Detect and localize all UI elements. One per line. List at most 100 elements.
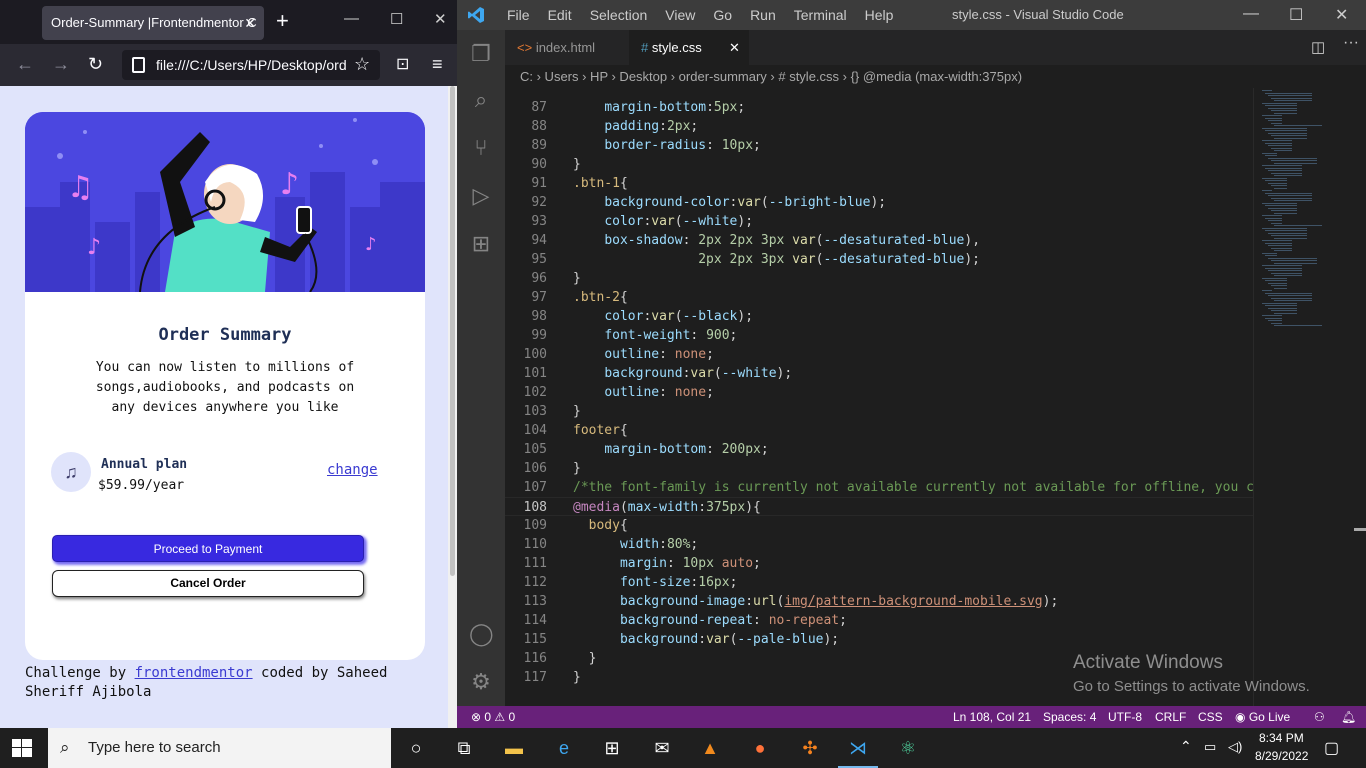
- split-editor-icon[interactable]: ◫: [1311, 38, 1325, 56]
- xampp-icon[interactable]: ✣: [796, 734, 824, 762]
- menu-file[interactable]: File: [498, 0, 539, 30]
- clock-date[interactable]: 8/29/2022: [1255, 749, 1308, 763]
- code-line[interactable]: 115 background:var(--pale-blue);: [505, 630, 1253, 649]
- cancel-order-button[interactable]: Cancel Order: [52, 570, 364, 597]
- code-line[interactable]: 111 margin: 10px auto;: [505, 554, 1253, 573]
- code-line[interactable]: 106}: [505, 459, 1253, 478]
- code-line[interactable]: 110 width:80%;: [505, 535, 1253, 554]
- code-line[interactable]: 102 outline: none;: [505, 383, 1253, 402]
- minimap[interactable]: [1253, 88, 1353, 706]
- indentation-status[interactable]: Spaces: 4: [1043, 706, 1096, 728]
- code-line[interactable]: 87 margin-bottom:5px;: [505, 98, 1253, 117]
- maximize-icon[interactable]: ☐: [390, 10, 403, 28]
- more-actions-icon[interactable]: ···: [1343, 34, 1359, 52]
- scrollbar-thumb[interactable]: [1354, 528, 1366, 531]
- explorer-icon[interactable]: ❐: [469, 42, 493, 66]
- code-line[interactable]: 89 border-radius: 10px;: [505, 136, 1253, 155]
- search-icon[interactable]: ⌕: [469, 88, 493, 112]
- back-icon[interactable]: ←: [16, 54, 34, 75]
- mail-icon[interactable]: ✉: [648, 734, 676, 762]
- code-line[interactable]: 109 body{: [505, 516, 1253, 535]
- vscode-taskbar-icon[interactable]: ⋊: [844, 734, 872, 762]
- taskbar-search-box[interactable]: ⌕ Type here to search: [48, 728, 391, 768]
- code-line[interactable]: 104 footer{: [505, 421, 1253, 440]
- code-line[interactable]: 100 outline: none;: [505, 345, 1253, 364]
- account-icon[interactable]: ◯: [469, 622, 494, 646]
- menu-go[interactable]: Go: [704, 0, 741, 30]
- frontendmentor-link[interactable]: frontendmentor: [135, 665, 253, 681]
- browser-tab[interactable]: Order-Summary |Frontendmentor C ✕: [42, 6, 264, 40]
- code-line[interactable]: 101 background:var(--white);: [505, 364, 1253, 383]
- notification-center-icon[interactable]: ▢: [1324, 738, 1339, 758]
- menu-view[interactable]: View: [656, 0, 704, 30]
- cortana-icon[interactable]: ○: [402, 734, 430, 762]
- go-live-button[interactable]: ◉ Go Live: [1235, 706, 1290, 728]
- task-view-icon[interactable]: ⧉: [450, 734, 478, 762]
- cursor-position[interactable]: Ln 108, Col 21: [953, 706, 1031, 728]
- menu-run[interactable]: Run: [741, 0, 785, 30]
- code-line[interactable]: 92 background-color:var(--bright-blue);: [505, 193, 1253, 212]
- menu-selection[interactable]: Selection: [581, 0, 657, 30]
- eol-status[interactable]: CRLF: [1155, 706, 1186, 728]
- atom-icon[interactable]: ⚛: [894, 734, 922, 762]
- code-line[interactable]: 103}: [505, 402, 1253, 421]
- code-line[interactable]: 108 @media(max-width:375px){: [505, 497, 1253, 516]
- menu-terminal[interactable]: Terminal: [785, 0, 856, 30]
- code-line[interactable]: 96}: [505, 269, 1253, 288]
- tab-index-html[interactable]: <> index.html: [505, 30, 629, 65]
- change-plan-link[interactable]: change: [327, 462, 378, 478]
- reload-icon[interactable]: ↻: [88, 54, 103, 75]
- code-line[interactable]: 107 /*the font-family is currently not av…: [505, 478, 1253, 497]
- encoding-status[interactable]: UTF-8: [1108, 706, 1142, 728]
- close-window-icon[interactable]: ✕: [434, 10, 447, 28]
- page-scrollbar[interactable]: [448, 86, 457, 728]
- code-line[interactable]: 97 .btn-2{: [505, 288, 1253, 307]
- breadcrumb[interactable]: C: › Users › HP › Desktop › order-summar…: [520, 67, 1022, 87]
- vlc-icon[interactable]: ▲: [696, 734, 724, 762]
- code-line[interactable]: 88 padding:2px;: [505, 117, 1253, 136]
- forward-icon[interactable]: →: [52, 54, 70, 75]
- pocket-icon[interactable]: ⊡: [396, 54, 409, 74]
- volume-icon[interactable]: ◁): [1228, 739, 1242, 755]
- url-bar[interactable]: file:///C:/Users/HP/Desktop/ord: [122, 50, 380, 80]
- code-line[interactable]: 93 color:var(--white);: [505, 212, 1253, 231]
- settings-gear-icon[interactable]: ⚙: [469, 670, 493, 694]
- proceed-to-payment-button[interactable]: Proceed to Payment: [52, 535, 364, 562]
- new-tab-button[interactable]: +: [276, 8, 289, 34]
- menu-help[interactable]: Help: [856, 0, 903, 30]
- source-control-icon[interactable]: ⑂: [469, 136, 493, 160]
- maximize-icon[interactable]: ☐: [1289, 5, 1303, 25]
- show-hidden-icons-icon[interactable]: ⌃: [1180, 738, 1192, 755]
- tab-style-css[interactable]: # style.css ✕: [629, 30, 749, 65]
- code-editor[interactable]: 87 margin-bottom:5px; 88 padding:2px; 89 b…: [505, 88, 1253, 706]
- battery-icon[interactable]: ▭: [1204, 739, 1216, 755]
- code-line[interactable]: 91 .btn-1{: [505, 174, 1253, 193]
- store-icon[interactable]: ⊞: [598, 734, 626, 762]
- bookmark-star-icon[interactable]: ☆: [354, 54, 370, 75]
- code-line[interactable]: 114 background-repeat: no-repeat;: [505, 611, 1253, 630]
- notifications-bell-icon[interactable]: 🔔︎: [1341, 706, 1356, 728]
- language-status[interactable]: CSS: [1198, 706, 1223, 728]
- close-window-icon[interactable]: ✕: [1335, 5, 1348, 25]
- tab-close-icon[interactable]: ✕: [729, 30, 740, 65]
- minimize-icon[interactable]: —: [344, 10, 359, 27]
- clock-time[interactable]: 8:34 PM: [1259, 731, 1304, 745]
- code-line[interactable]: 95 2px 2px 3px var(--desaturated-blue);: [505, 250, 1253, 269]
- code-line[interactable]: 99 font-weight: 900;: [505, 326, 1253, 345]
- extensions-icon[interactable]: ⊞: [469, 232, 493, 256]
- firefox-icon[interactable]: ●: [746, 734, 774, 762]
- problems-status[interactable]: ⊗ 0 ⚠ 0: [471, 706, 515, 728]
- menu-edit[interactable]: Edit: [539, 0, 581, 30]
- file-explorer-icon[interactable]: ▬: [500, 734, 528, 762]
- code-line[interactable]: 94 box-shadow: 2px 2px 3px var(--desatur…: [505, 231, 1253, 250]
- scrollbar-thumb[interactable]: [450, 86, 455, 576]
- tab-close-icon[interactable]: ✕: [244, 6, 256, 40]
- windows-start-icon[interactable]: [12, 739, 32, 757]
- run-debug-icon[interactable]: ▷: [469, 184, 493, 208]
- code-line[interactable]: 105 margin-bottom: 200px;: [505, 440, 1253, 459]
- menu-icon[interactable]: ≡: [432, 54, 443, 75]
- editor-scrollbar[interactable]: [1353, 88, 1366, 706]
- minimize-icon[interactable]: —: [1243, 5, 1259, 23]
- edge-icon[interactable]: e: [550, 734, 578, 762]
- code-line[interactable]: 90}: [505, 155, 1253, 174]
